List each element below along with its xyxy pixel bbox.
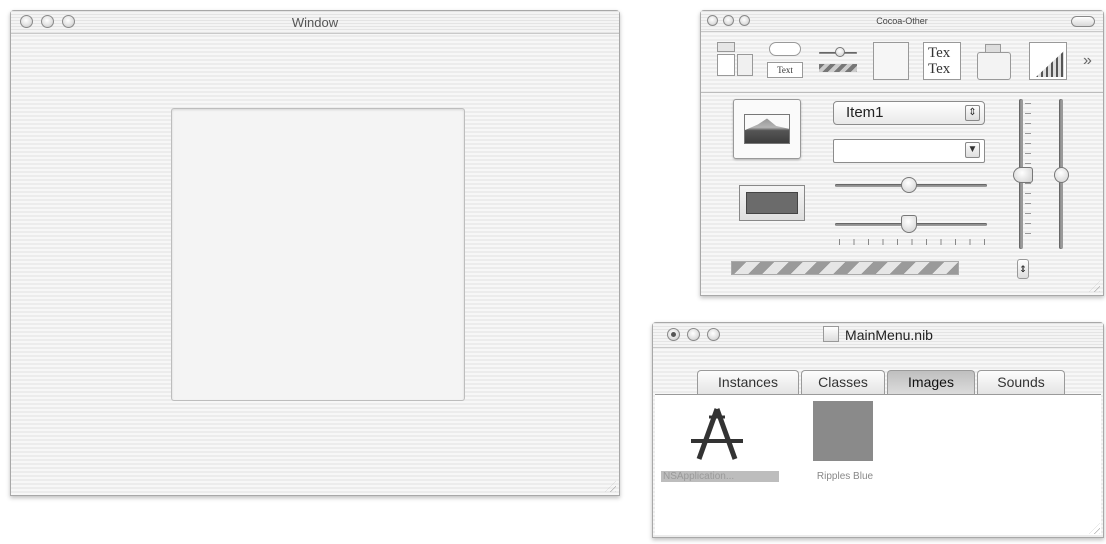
palette-window: Cocoa-Other Text Tex Tex » Item1 ⇕ ▼ ⇕ [700,10,1104,296]
nsapplication-label: NSApplication... [661,471,779,482]
stepper[interactable]: ⇕ [1017,259,1029,279]
tab-classes[interactable]: Classes [801,370,885,394]
combo-box[interactable]: ▼ [833,139,985,163]
tab-instances[interactable]: Instances [697,370,799,394]
controls-palette-icon[interactable]: Text [765,42,805,82]
text-sample-line-2: Tex [928,61,951,77]
tabview-palette-icon[interactable] [873,42,909,82]
progress-bar-indeterminate [731,261,959,275]
ripples-blue-swatch [813,401,873,461]
vertical-slider-knob-left[interactable] [1013,167,1033,183]
nib-file-icon [823,326,840,342]
text-sample-line-1: Tex [928,45,951,61]
nsapplication-image-item[interactable]: NSApplication... [661,401,781,482]
palette-resize-grip-icon[interactable] [1089,281,1100,292]
text-palette-icon[interactable]: Tex Tex [923,42,961,82]
tick-slider-knob[interactable] [901,215,917,233]
popup-selected-label: Item1 [846,104,884,121]
views-palette-icon[interactable] [717,42,753,80]
tab-images[interactable]: Images [887,370,975,394]
ripples-blue-label: Ripples Blue [816,471,874,482]
nib-title-bar[interactable]: MainMenu.nib [653,323,1103,348]
sliders-palette-icon[interactable] [819,44,859,80]
palette-title-bar[interactable]: Cocoa-Other [701,11,1103,32]
combo-arrow-icon[interactable]: ▼ [965,142,980,158]
more-chevron-icon[interactable]: » [1083,52,1092,70]
popup-button[interactable]: Item1 ⇕ [833,101,985,125]
vertical-slider-knob-right[interactable] [1054,167,1069,183]
image-view[interactable] [733,99,801,159]
nib-window: MainMenu.nib Instances Classes Images So… [652,322,1104,538]
windows-palette-icon[interactable] [975,42,1015,82]
window-title-bar[interactable]: Window [11,11,619,34]
window-title: Window [291,15,339,30]
content-box [171,108,465,401]
nib-title: MainMenu.nib [653,326,1103,343]
palette-title: Cocoa-Other [876,16,928,26]
slider-knob[interactable] [901,177,917,193]
images-pane: NSApplication... Ripples Blue [655,394,1101,535]
tab-sounds[interactable]: Sounds [977,370,1065,394]
popup-arrows-icon: ⇕ [965,105,980,121]
text-button-sample: Text [767,62,803,78]
ripples-blue-image-item[interactable]: Ripples Blue [795,401,875,482]
main-window: Window [10,10,620,496]
palette-toolbar: Text Tex Tex » [701,34,1103,93]
resize-grip-icon[interactable] [605,481,616,492]
tick-marks [839,239,985,245]
graphics-palette-icon[interactable] [1029,42,1069,82]
color-well[interactable] [739,185,805,221]
app-icon [691,408,743,460]
nib-title-text: MainMenu.nib [845,327,933,343]
toolbar-toggle-button[interactable] [1071,16,1095,27]
